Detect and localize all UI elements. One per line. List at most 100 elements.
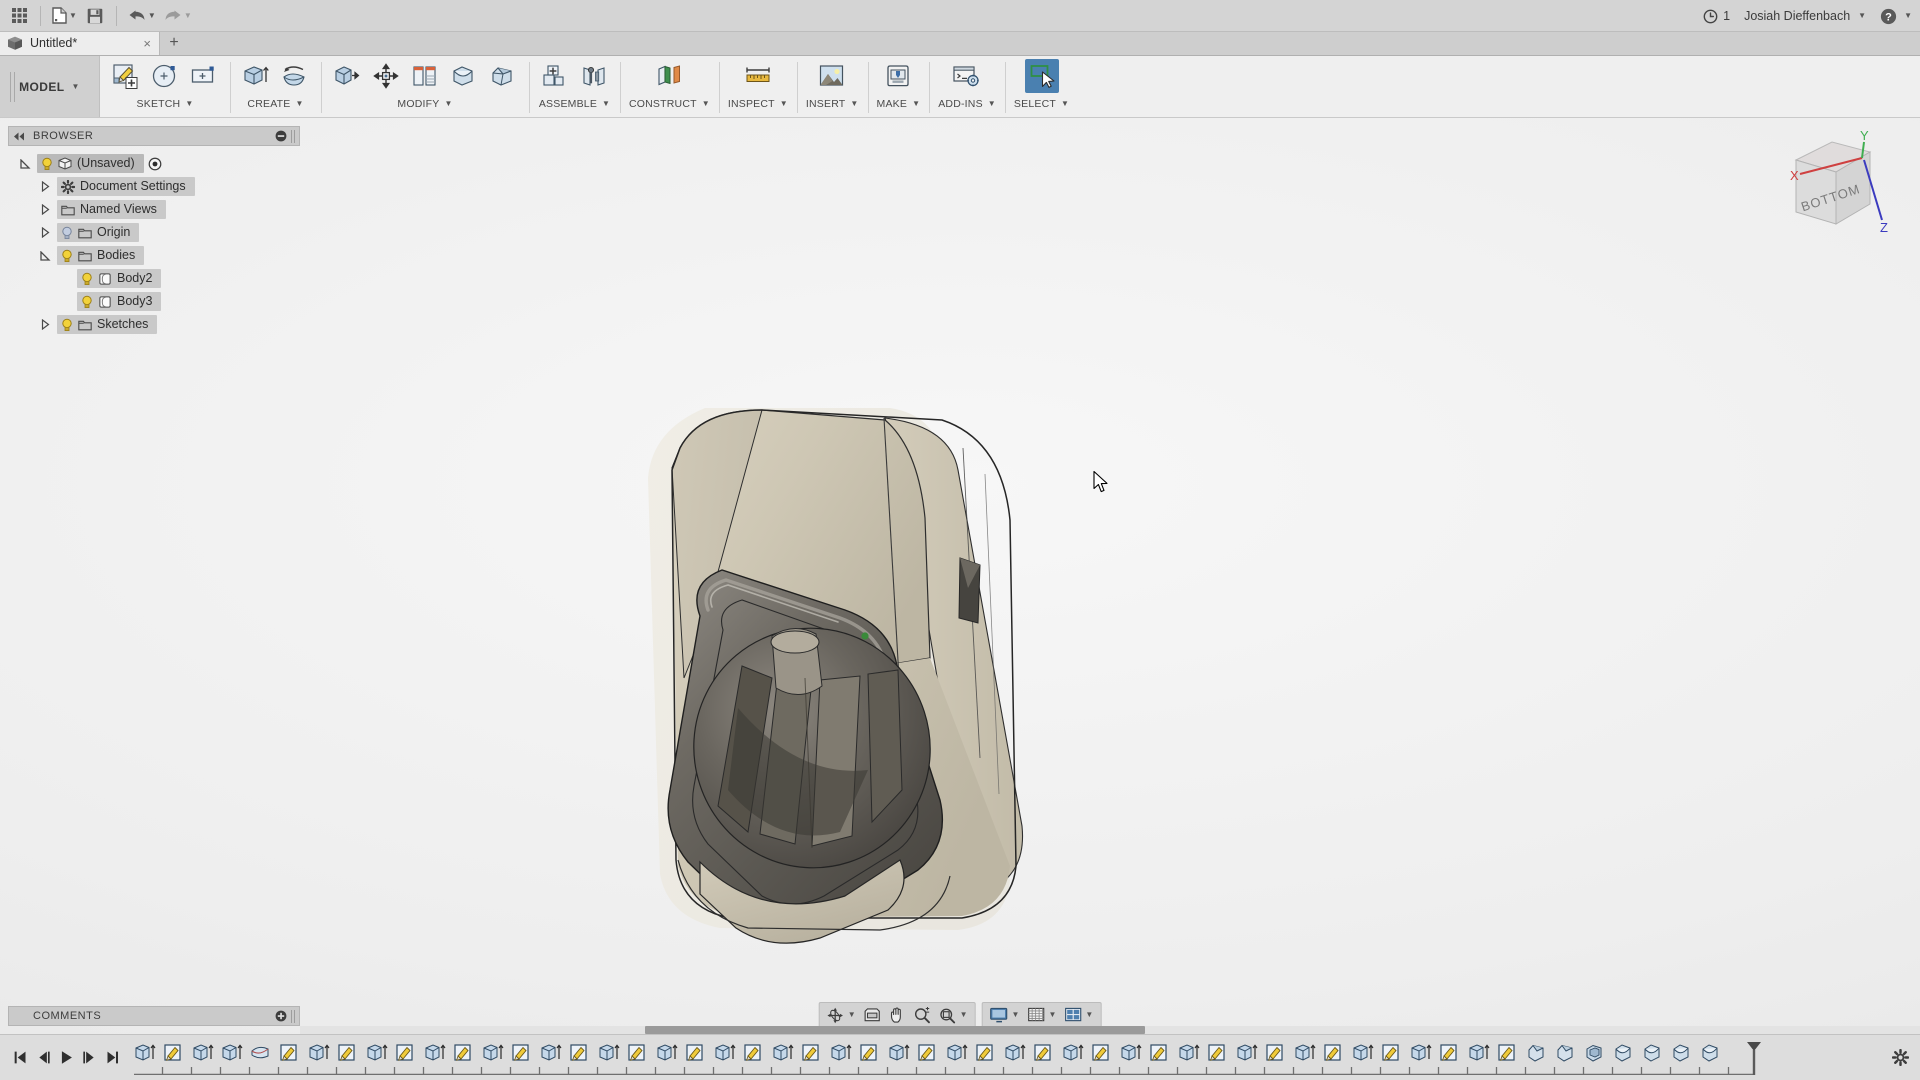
- timeline-feature-shell[interactable]: [1580, 1040, 1609, 1066]
- timeline-feature-extrude[interactable]: [1174, 1040, 1203, 1066]
- timeline-feature-fillet[interactable]: [1609, 1040, 1638, 1066]
- visibility-toggle[interactable]: [41, 157, 53, 171]
- timeline-feature-fillet[interactable]: [1667, 1040, 1696, 1066]
- viewport-canvas[interactable]: BROWSER (Unsaved)Document SettingsNamed …: [0, 118, 1920, 1034]
- comments-header[interactable]: COMMENTS: [8, 1006, 300, 1026]
- ribbon-group-label-modify[interactable]: MODIFY ▼: [397, 98, 452, 110]
- new-component-button[interactable]: [538, 59, 572, 93]
- ribbon-group-label-insert[interactable]: INSERT ▼: [806, 98, 859, 110]
- tree-item-chip[interactable]: Body3: [77, 292, 161, 311]
- timeline-feature-sketch[interactable]: [1435, 1040, 1464, 1066]
- save-button[interactable]: [82, 3, 108, 29]
- timeline-end-marker[interactable]: [1745, 1041, 1763, 1077]
- timeline-feature-sketch[interactable]: [1087, 1040, 1116, 1066]
- visibility-toggle[interactable]: [81, 295, 93, 309]
- timeline-feature-extrude[interactable]: [1000, 1040, 1029, 1066]
- timeline-feature-extrude[interactable]: [217, 1040, 246, 1066]
- ribbon-group-label-select[interactable]: SELECT ▼: [1014, 98, 1069, 110]
- workspace-switcher[interactable]: MODEL ▼: [0, 56, 100, 117]
- redo-button[interactable]: ▼: [161, 3, 195, 29]
- timeline-feature-sketch[interactable]: [971, 1040, 1000, 1066]
- ribbon-group-label-sketch[interactable]: SKETCH ▼: [137, 98, 194, 110]
- timeline-settings-button[interactable]: [1880, 1049, 1920, 1066]
- ribbon-group-label-make[interactable]: MAKE ▼: [877, 98, 921, 110]
- timeline-feature-sketch[interactable]: [159, 1040, 188, 1066]
- timeline-feature-chamfer[interactable]: [1551, 1040, 1580, 1066]
- timeline-feature-loft[interactable]: [246, 1040, 275, 1066]
- timeline-feature-sketch[interactable]: [507, 1040, 536, 1066]
- browser-tree-item-named-views[interactable]: Named Views: [8, 198, 300, 221]
- browser-tree-item-bodies[interactable]: Bodies: [8, 244, 300, 267]
- help-menu-button[interactable]: ? ▼: [1880, 8, 1912, 25]
- create-sketch-button[interactable]: [109, 59, 143, 93]
- timeline-feature-extrude[interactable]: [130, 1040, 159, 1066]
- offset-plane-button[interactable]: [652, 59, 686, 93]
- tree-expander[interactable]: [38, 227, 53, 238]
- timeline-feature-fillet[interactable]: [1638, 1040, 1667, 1066]
- tree-item-chip[interactable]: Sketches: [57, 315, 157, 334]
- tree-item-chip[interactable]: Named Views: [57, 200, 166, 219]
- timeline-feature-extrude[interactable]: [1290, 1040, 1319, 1066]
- timeline-feature-sketch[interactable]: [1319, 1040, 1348, 1066]
- timeline-feature-sketch[interactable]: [333, 1040, 362, 1066]
- timeline-feature-extrude[interactable]: [594, 1040, 623, 1066]
- file-menu-button[interactable]: ▼: [49, 3, 80, 29]
- timeline-feature-sketch[interactable]: [1029, 1040, 1058, 1066]
- play-button[interactable]: [56, 1046, 76, 1070]
- browser-tree-item-unsaved[interactable]: (Unsaved): [8, 152, 300, 175]
- undo-button[interactable]: ▼: [125, 3, 159, 29]
- timeline-feature-extrude[interactable]: [420, 1040, 449, 1066]
- timeline-feature-sketch[interactable]: [391, 1040, 420, 1066]
- timeline-feature-extrude[interactable]: [652, 1040, 681, 1066]
- timeline-feature-extrude[interactable]: [188, 1040, 217, 1066]
- tree-expander[interactable]: [38, 319, 53, 330]
- browser-tree-item-body3[interactable]: Body3: [8, 290, 300, 313]
- browser-tree-item-origin[interactable]: Origin: [8, 221, 300, 244]
- timeline-feature-sketch[interactable]: [1377, 1040, 1406, 1066]
- 3d-print-button[interactable]: [881, 59, 915, 93]
- align-button[interactable]: [408, 59, 442, 93]
- timeline-feature-extrude[interactable]: [304, 1040, 333, 1066]
- timeline-feature-extrude[interactable]: [536, 1040, 565, 1066]
- measure-button[interactable]: [741, 59, 775, 93]
- tree-item-chip[interactable]: Body2: [77, 269, 161, 288]
- timeline-feature-extrude[interactable]: [478, 1040, 507, 1066]
- activate-component-icon[interactable]: [148, 157, 162, 171]
- timeline-feature-sketch[interactable]: [1145, 1040, 1174, 1066]
- skip-to-end-button[interactable]: [102, 1046, 122, 1070]
- panel-resize-grip[interactable]: [291, 1010, 295, 1023]
- tree-expander[interactable]: [18, 159, 33, 169]
- ribbon-group-label-create[interactable]: CREATE ▼: [247, 98, 303, 110]
- tree-item-chip[interactable]: (Unsaved): [37, 154, 144, 173]
- panel-resize-grip[interactable]: [291, 130, 295, 143]
- timeline-feature-extrude[interactable]: [1058, 1040, 1087, 1066]
- timeline-feature-extrude[interactable]: [1232, 1040, 1261, 1066]
- timeline-feature-extrude[interactable]: [362, 1040, 391, 1066]
- timeline-feature-extrude[interactable]: [1116, 1040, 1145, 1066]
- scrollbar-thumb[interactable]: [645, 1026, 1145, 1034]
- select-tool-button[interactable]: [1025, 59, 1059, 93]
- timeline-feature-sketch[interactable]: [739, 1040, 768, 1066]
- minus-circle-icon[interactable]: [275, 130, 287, 142]
- timeline-feature-extrude[interactable]: [884, 1040, 913, 1066]
- timeline-feature-sketch[interactable]: [797, 1040, 826, 1066]
- visibility-toggle[interactable]: [61, 318, 73, 332]
- timeline-feature-fillet[interactable]: [1696, 1040, 1725, 1066]
- timeline-feature-sketch[interactable]: [275, 1040, 304, 1066]
- insert-image-button[interactable]: [815, 59, 849, 93]
- ribbon-group-label-inspect[interactable]: INSPECT ▼: [728, 98, 788, 110]
- timeline-feature-sketch[interactable]: [855, 1040, 884, 1066]
- tree-expander[interactable]: [38, 181, 53, 192]
- tree-item-chip[interactable]: Document Settings: [57, 177, 195, 196]
- sketch-circle-button[interactable]: [148, 59, 182, 93]
- new-tab-button[interactable]: +: [160, 31, 188, 55]
- timeline-feature-sketch[interactable]: [913, 1040, 942, 1066]
- step-back-button[interactable]: [33, 1046, 53, 1070]
- sketch-rectangle-button[interactable]: [187, 59, 221, 93]
- timeline-feature-sketch[interactable]: [1261, 1040, 1290, 1066]
- ribbon-group-label-addins[interactable]: ADD-INS ▼: [938, 98, 996, 110]
- chamfer-button[interactable]: [486, 59, 520, 93]
- tree-item-chip[interactable]: Bodies: [57, 246, 144, 265]
- timeline-feature-sketch[interactable]: [1203, 1040, 1232, 1066]
- timeline-feature-sketch[interactable]: [565, 1040, 594, 1066]
